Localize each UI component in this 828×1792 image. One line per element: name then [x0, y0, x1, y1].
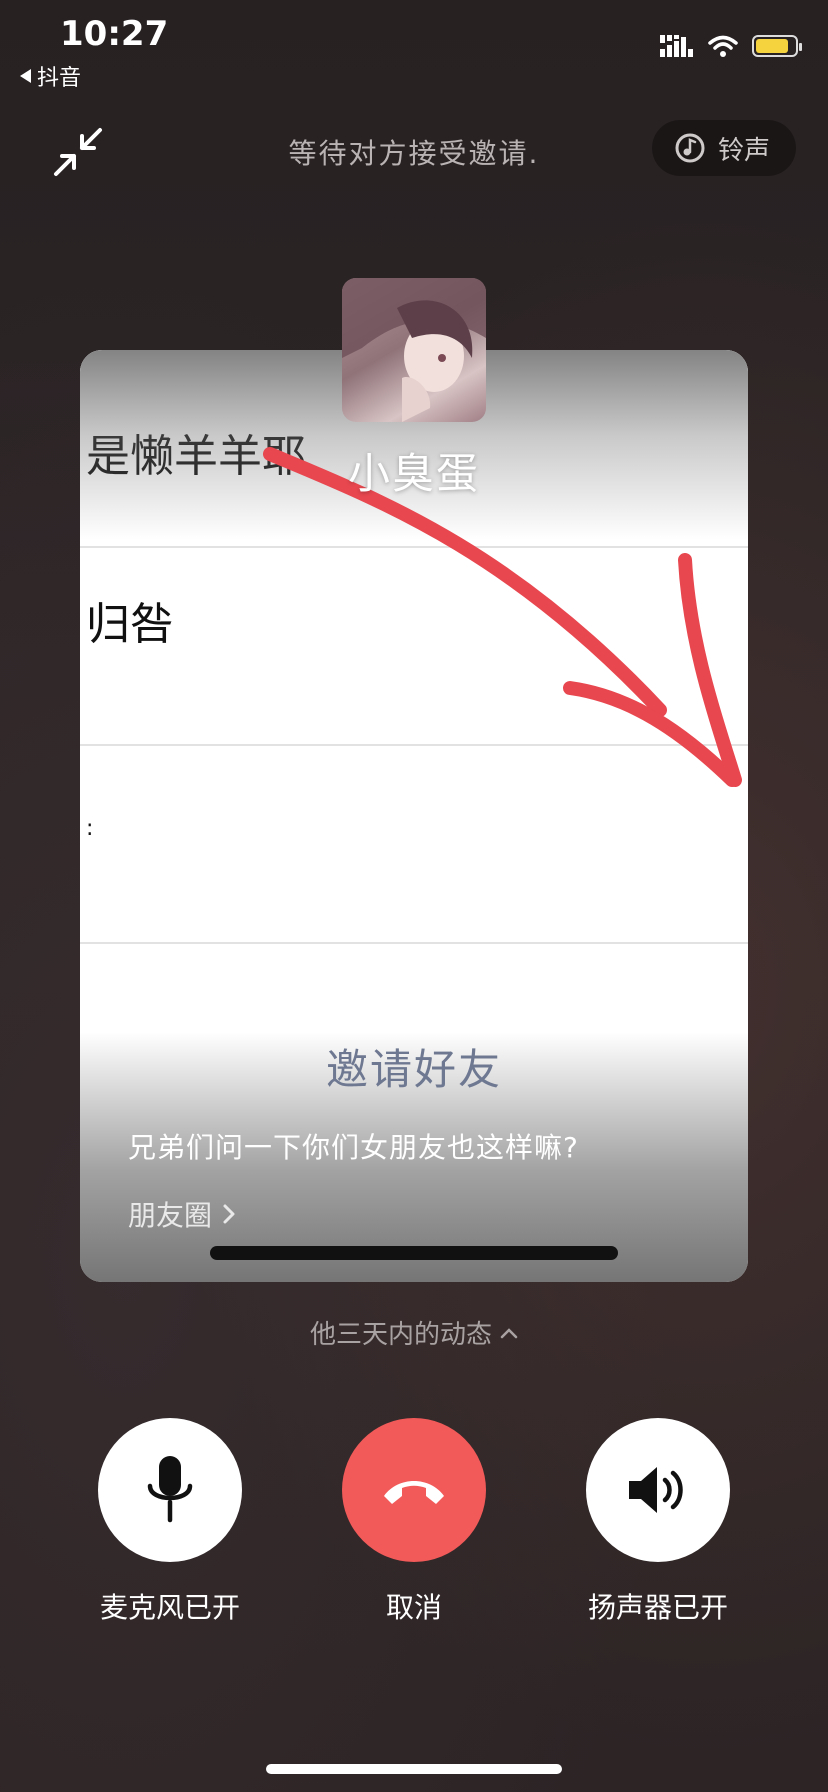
home-indicator[interactable] — [266, 1764, 562, 1774]
back-to-app-link[interactable]: 抖音 — [20, 60, 81, 92]
ringtone-label: 铃声 — [717, 135, 770, 166]
voice-call-screen: 10:27 抖音 等待对方接受邀请. 铃声 是懒羊羊耶 归咎: 邀请好友 兄弟… — [0, 0, 828, 1792]
battery-icon — [752, 35, 802, 57]
music-note-icon — [675, 133, 705, 163]
speaker-button[interactable] — [586, 1418, 730, 1562]
contact-name: 小臭蛋 — [347, 449, 480, 498]
moments-link-label: 朋友圈 — [128, 1199, 213, 1232]
speaker-icon — [629, 1467, 683, 1513]
moment-post-text: 兄弟们问一下你们女朋友也这样嘛? — [128, 1131, 579, 1164]
recent-moments-toggle[interactable]: 他三天内的动态 — [0, 1314, 828, 1351]
chevron-up-icon — [500, 1327, 518, 1338]
cancel-control: 取消 — [342, 1418, 486, 1626]
battery-fill — [756, 39, 789, 53]
invite-friends-title: 邀请好友 — [325, 1045, 502, 1094]
avatar-illustration — [342, 278, 486, 422]
cellular-signal-icon — [660, 35, 693, 57]
microphone-button[interactable] — [98, 1418, 242, 1562]
card-row-text: 归咎 — [86, 599, 174, 650]
back-triangle-icon — [20, 69, 31, 83]
chevron-right-icon — [223, 1204, 235, 1224]
card-drag-handle[interactable] — [210, 1246, 618, 1260]
microphone-control: 麦克风已开 — [98, 1418, 242, 1626]
hang-up-icon — [384, 1481, 444, 1504]
recent-moments-label: 他三天内的动态 — [309, 1320, 492, 1350]
wifi-icon — [708, 35, 738, 57]
cancel-call-button[interactable] — [342, 1418, 486, 1562]
microphone-icon — [147, 1456, 193, 1523]
card-row-text: : — [86, 816, 94, 841]
moments-link[interactable]: 朋友圈 — [128, 1194, 236, 1234]
card-row: 归咎 — [80, 548, 748, 746]
status-icons — [660, 34, 802, 58]
speaker-label: 扬声器已开 — [587, 1591, 728, 1624]
cancel-label: 取消 — [385, 1591, 442, 1624]
microphone-label: 麦克风已开 — [99, 1591, 240, 1624]
card-row: : — [80, 746, 748, 944]
contact-avatar — [342, 278, 486, 422]
ringtone-button[interactable]: 铃声 — [651, 120, 796, 176]
speaker-control: 扬声器已开 — [586, 1418, 730, 1626]
status-time: 10:27 — [60, 14, 169, 54]
back-app-label: 抖音 — [37, 66, 82, 91]
